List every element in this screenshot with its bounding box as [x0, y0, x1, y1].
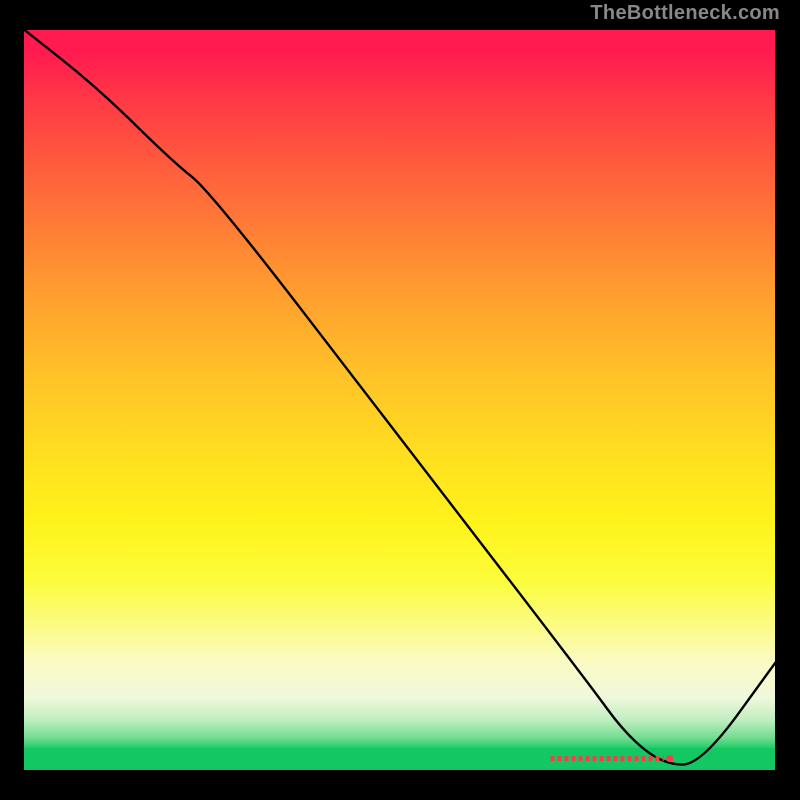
attribution-text: TheBottleneck.com [590, 2, 780, 25]
curve-svg [22, 28, 777, 772]
bottleneck-curve [22, 28, 777, 765]
plot-area [22, 28, 777, 772]
marker-dot [666, 755, 673, 762]
chart-container: TheBottleneck.com [0, 0, 800, 800]
